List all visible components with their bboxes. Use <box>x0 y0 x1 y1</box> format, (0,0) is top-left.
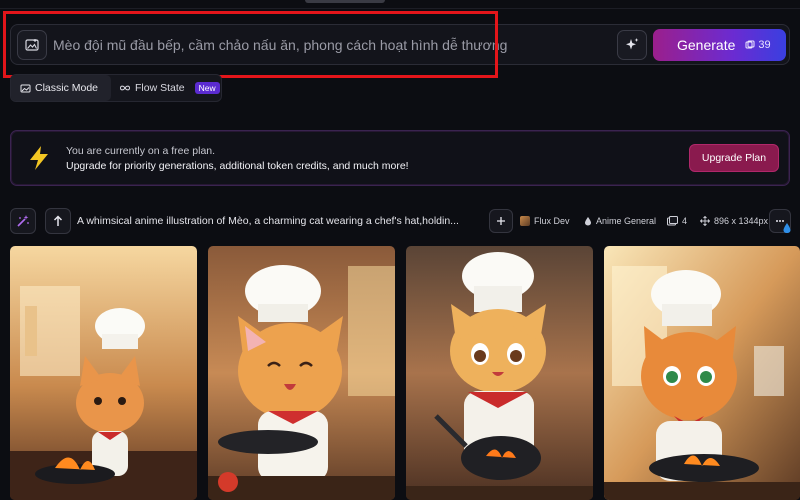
tab-classic-label: Classic Mode <box>35 82 99 94</box>
upgrade-banner: You are currently on a free plan. Upgrad… <box>10 130 790 186</box>
images-icon <box>667 216 678 226</box>
upgrade-plan-button[interactable]: Upgrade Plan <box>689 144 779 172</box>
generated-image-3[interactable] <box>406 246 593 500</box>
mode-tabs: Classic Mode Flow State New <box>10 74 222 102</box>
prompt-input[interactable]: Mèo đội mũ đầu bếp, cầm chảo nấu ăn, pho… <box>53 37 507 53</box>
image-count: 4 <box>682 216 688 226</box>
generate-button[interactable]: Generate 39 <box>653 29 786 61</box>
top-divider <box>0 8 800 9</box>
style-info: Anime General <box>584 216 656 226</box>
cat-chef-image-icon <box>406 246 593 500</box>
dimensions-info: 896 x 1344px <box>700 216 768 226</box>
dimensions: 896 x 1344px <box>714 216 769 226</box>
generate-label: Generate <box>677 37 736 53</box>
generation-header: A whimsical anime illustration of Mèo, a… <box>10 208 800 234</box>
top-tab-indicator <box>305 0 385 3</box>
water-drop-icon <box>783 223 791 233</box>
model-thumbnail <box>520 216 530 226</box>
model-info: Flux Dev <box>520 216 570 226</box>
prompt-bar: Mèo đội mũ đầu bếp, cầm chảo nấu ăn, pho… <box>10 24 790 65</box>
move-arrows-icon <box>700 216 710 226</box>
prompt-enhance-button[interactable] <box>617 30 647 60</box>
style-button[interactable] <box>10 208 36 234</box>
tab-flow-label: Flow State <box>135 82 185 94</box>
reuse-prompt-button[interactable] <box>45 208 71 234</box>
image-count-info: 4 <box>667 216 687 226</box>
cat-chef-image-icon <box>10 246 197 500</box>
drop-icon <box>585 217 591 226</box>
add-button[interactable] <box>489 209 513 233</box>
tab-classic-mode[interactable]: Classic Mode <box>11 75 111 101</box>
new-badge: New <box>194 82 220 94</box>
image-upload-button[interactable] <box>17 30 47 60</box>
token-count-value: 39 <box>758 39 771 51</box>
token-count: 39 <box>745 39 771 51</box>
generated-image-1[interactable] <box>10 246 197 500</box>
style-name: Anime General <box>596 216 657 226</box>
lightning-icon <box>30 146 48 170</box>
generated-image-4[interactable] <box>604 246 800 500</box>
upgrade-description: Upgrade for priority generations, additi… <box>66 160 409 172</box>
infinity-icon <box>119 85 131 91</box>
tab-flow-state[interactable]: Flow State New <box>119 75 220 101</box>
magic-wand-icon <box>17 215 29 227</box>
upgrade-title: You are currently on a free plan. <box>66 145 216 157</box>
generated-images <box>10 246 800 500</box>
cat-chef-image-icon <box>208 246 395 500</box>
token-icon <box>745 40 755 49</box>
generated-image-2[interactable] <box>208 246 395 500</box>
plus-icon <box>497 217 505 225</box>
image-icon <box>25 39 39 51</box>
sparkle-icon <box>626 38 639 50</box>
image-stack-icon <box>20 84 31 92</box>
cat-chef-image-icon <box>604 246 800 500</box>
model-name: Flux Dev <box>534 216 570 226</box>
generation-prompt: A whimsical anime illustration of Mèo, a… <box>77 215 459 227</box>
arrow-up-icon <box>53 215 63 226</box>
